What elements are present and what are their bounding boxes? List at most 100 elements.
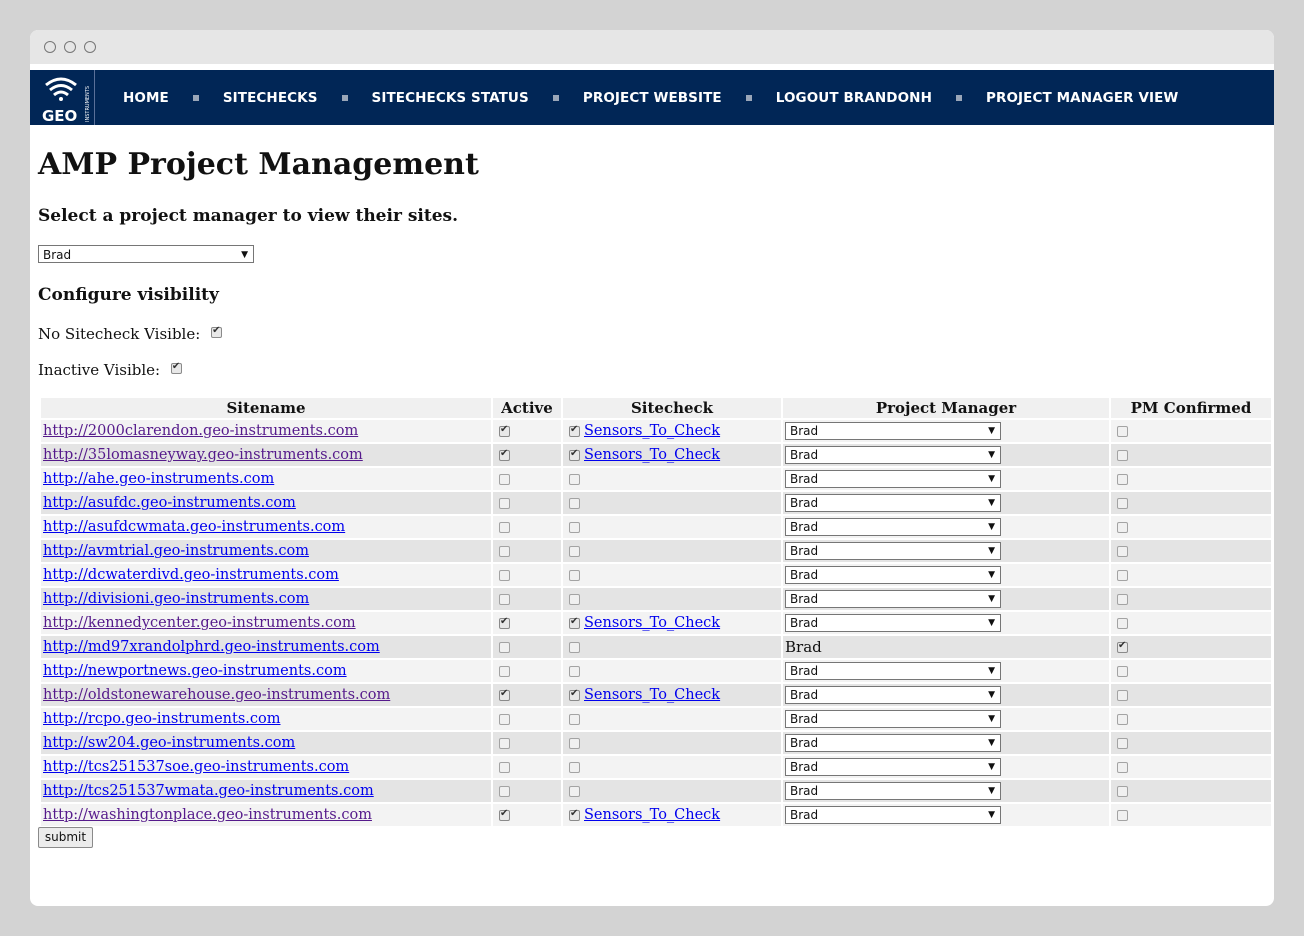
pm-confirmed-checkbox[interactable] bbox=[1117, 449, 1128, 461]
window-maximize-icon[interactable] bbox=[84, 41, 96, 53]
pm-select[interactable]: Brad ▼ bbox=[785, 590, 1001, 608]
header-project-manager[interactable]: Project Manager bbox=[783, 398, 1109, 418]
pm-select[interactable]: Brad ▼ bbox=[785, 470, 1001, 488]
site-link[interactable]: http://tcs251537soe.geo-instruments.com bbox=[43, 759, 349, 775]
pm-confirmed-checkbox[interactable] bbox=[1117, 617, 1128, 629]
sitecheck-checkbox[interactable] bbox=[569, 593, 580, 605]
sitecheck-checkbox[interactable] bbox=[569, 473, 580, 485]
site-link[interactable]: http://avmtrial.geo-instruments.com bbox=[43, 543, 309, 559]
active-checkbox[interactable] bbox=[499, 808, 510, 821]
sitecheck-checkbox[interactable] bbox=[569, 424, 580, 437]
pm-confirmed-checkbox[interactable] bbox=[1117, 593, 1128, 605]
sitecheck-checkbox[interactable] bbox=[569, 521, 580, 533]
active-checkbox[interactable] bbox=[499, 713, 510, 725]
active-checkbox[interactable] bbox=[499, 448, 510, 461]
nav-home[interactable]: HOME bbox=[123, 90, 169, 106]
pm-confirmed-checkbox[interactable] bbox=[1117, 809, 1128, 821]
site-link[interactable]: http://asufdcwmata.geo-instruments.com bbox=[43, 519, 345, 535]
header-pm-confirmed[interactable]: PM Confirmed bbox=[1111, 398, 1271, 418]
sitecheck-checkbox[interactable] bbox=[569, 545, 580, 557]
site-link[interactable]: http://kennedycenter.geo-instruments.com bbox=[43, 615, 356, 631]
active-checkbox[interactable] bbox=[499, 688, 510, 701]
site-link[interactable]: http://md97xrandolphrd.geo-instruments.c… bbox=[43, 639, 380, 655]
pm-select[interactable]: Brad ▼ bbox=[785, 494, 1001, 512]
active-checkbox[interactable] bbox=[499, 424, 510, 437]
pm-confirmed-checkbox[interactable] bbox=[1117, 665, 1128, 677]
pm-confirmed-checkbox[interactable] bbox=[1117, 785, 1128, 797]
pm-select[interactable]: Brad ▼ bbox=[785, 734, 1001, 752]
active-checkbox[interactable] bbox=[499, 785, 510, 797]
header-sitecheck[interactable]: Sitecheck bbox=[563, 398, 781, 418]
nav-sitechecks[interactable]: SITECHECKS bbox=[223, 90, 318, 106]
pm-confirmed-checkbox[interactable] bbox=[1117, 521, 1128, 533]
site-link[interactable]: http://dcwaterdivd.geo-instruments.com bbox=[43, 567, 339, 583]
site-link[interactable]: http://washingtonplace.geo-instruments.c… bbox=[43, 807, 372, 823]
pm-select[interactable]: Brad ▼ bbox=[785, 758, 1001, 776]
no-sitecheck-checkbox[interactable] bbox=[211, 325, 223, 338]
sensors-to-check-link[interactable]: Sensors_To_Check bbox=[584, 447, 720, 463]
pm-select[interactable]: Brad ▼ bbox=[785, 806, 1001, 824]
sitecheck-checkbox[interactable] bbox=[569, 688, 580, 701]
header-active[interactable]: Active bbox=[493, 398, 561, 418]
site-link[interactable]: http://35lomasneyway.geo-instruments.com bbox=[43, 447, 363, 463]
sensors-to-check-link[interactable]: Sensors_To_Check bbox=[584, 687, 720, 703]
active-checkbox[interactable] bbox=[499, 497, 510, 509]
sitecheck-checkbox[interactable] bbox=[569, 785, 580, 797]
nav-logout[interactable]: LOGOUT BRANDONH bbox=[776, 90, 932, 106]
sitecheck-checkbox[interactable] bbox=[569, 569, 580, 581]
site-link[interactable]: http://asufdc.geo-instruments.com bbox=[43, 495, 296, 511]
sensors-to-check-link[interactable]: Sensors_To_Check bbox=[584, 807, 720, 823]
active-checkbox[interactable] bbox=[499, 569, 510, 581]
pm-confirmed-checkbox[interactable] bbox=[1117, 689, 1128, 701]
window-close-icon[interactable] bbox=[44, 41, 56, 53]
active-checkbox[interactable] bbox=[499, 593, 510, 605]
active-checkbox[interactable] bbox=[499, 521, 510, 533]
active-checkbox[interactable] bbox=[499, 737, 510, 749]
nav-project-website[interactable]: PROJECT WEBSITE bbox=[583, 90, 722, 106]
pm-confirmed-checkbox[interactable] bbox=[1117, 545, 1128, 557]
manager-select[interactable]: Brad ▼ bbox=[38, 245, 254, 263]
sitecheck-checkbox[interactable] bbox=[569, 808, 580, 821]
sensors-to-check-link[interactable]: Sensors_To_Check bbox=[584, 423, 720, 439]
pm-select[interactable]: Brad ▼ bbox=[785, 566, 1001, 584]
submit-button[interactable]: submit bbox=[38, 827, 93, 848]
sitecheck-checkbox[interactable] bbox=[569, 448, 580, 461]
sitecheck-checkbox[interactable] bbox=[569, 665, 580, 677]
pm-select[interactable]: Brad ▼ bbox=[785, 614, 1001, 632]
active-checkbox[interactable] bbox=[499, 473, 510, 485]
sitecheck-checkbox[interactable] bbox=[569, 616, 580, 629]
nav-project-manager-view[interactable]: PROJECT MANAGER VIEW bbox=[986, 90, 1178, 106]
pm-select[interactable]: Brad ▼ bbox=[785, 518, 1001, 536]
site-link[interactable]: http://2000clarendon.geo-instruments.com bbox=[43, 423, 358, 439]
active-checkbox[interactable] bbox=[499, 761, 510, 773]
active-checkbox[interactable] bbox=[499, 665, 510, 677]
site-link[interactable]: http://sw204.geo-instruments.com bbox=[43, 735, 295, 751]
sitecheck-checkbox[interactable] bbox=[569, 713, 580, 725]
pm-confirmed-checkbox[interactable] bbox=[1117, 425, 1128, 437]
nav-sitechecks-status[interactable]: SITECHECKS STATUS bbox=[372, 90, 529, 106]
pm-confirmed-checkbox[interactable] bbox=[1117, 569, 1128, 581]
pm-select[interactable]: Brad ▼ bbox=[785, 782, 1001, 800]
pm-confirmed-checkbox[interactable] bbox=[1117, 761, 1128, 773]
pm-select[interactable]: Brad ▼ bbox=[785, 662, 1001, 680]
sitecheck-checkbox[interactable] bbox=[569, 737, 580, 749]
active-checkbox[interactable] bbox=[499, 641, 510, 653]
pm-confirmed-checkbox[interactable] bbox=[1117, 737, 1128, 749]
window-minimize-icon[interactable] bbox=[64, 41, 76, 53]
pm-confirmed-checkbox[interactable] bbox=[1117, 640, 1128, 653]
site-link[interactable]: http://ahe.geo-instruments.com bbox=[43, 471, 274, 487]
inactive-checkbox[interactable] bbox=[170, 361, 182, 374]
pm-select[interactable]: Brad ▼ bbox=[785, 710, 1001, 728]
pm-select[interactable]: Brad ▼ bbox=[785, 686, 1001, 704]
site-link[interactable]: http://rcpo.geo-instruments.com bbox=[43, 711, 281, 727]
sitecheck-checkbox[interactable] bbox=[569, 497, 580, 509]
active-checkbox[interactable] bbox=[499, 616, 510, 629]
sensors-to-check-link[interactable]: Sensors_To_Check bbox=[584, 615, 720, 631]
sitecheck-checkbox[interactable] bbox=[569, 761, 580, 773]
pm-select[interactable]: Brad ▼ bbox=[785, 422, 1001, 440]
site-link[interactable]: http://oldstonewarehouse.geo-instruments… bbox=[43, 687, 390, 703]
header-sitename[interactable]: Sitename bbox=[41, 398, 491, 418]
active-checkbox[interactable] bbox=[499, 545, 510, 557]
sitecheck-checkbox[interactable] bbox=[569, 641, 580, 653]
site-link[interactable]: http://divisioni.geo-instruments.com bbox=[43, 591, 309, 607]
